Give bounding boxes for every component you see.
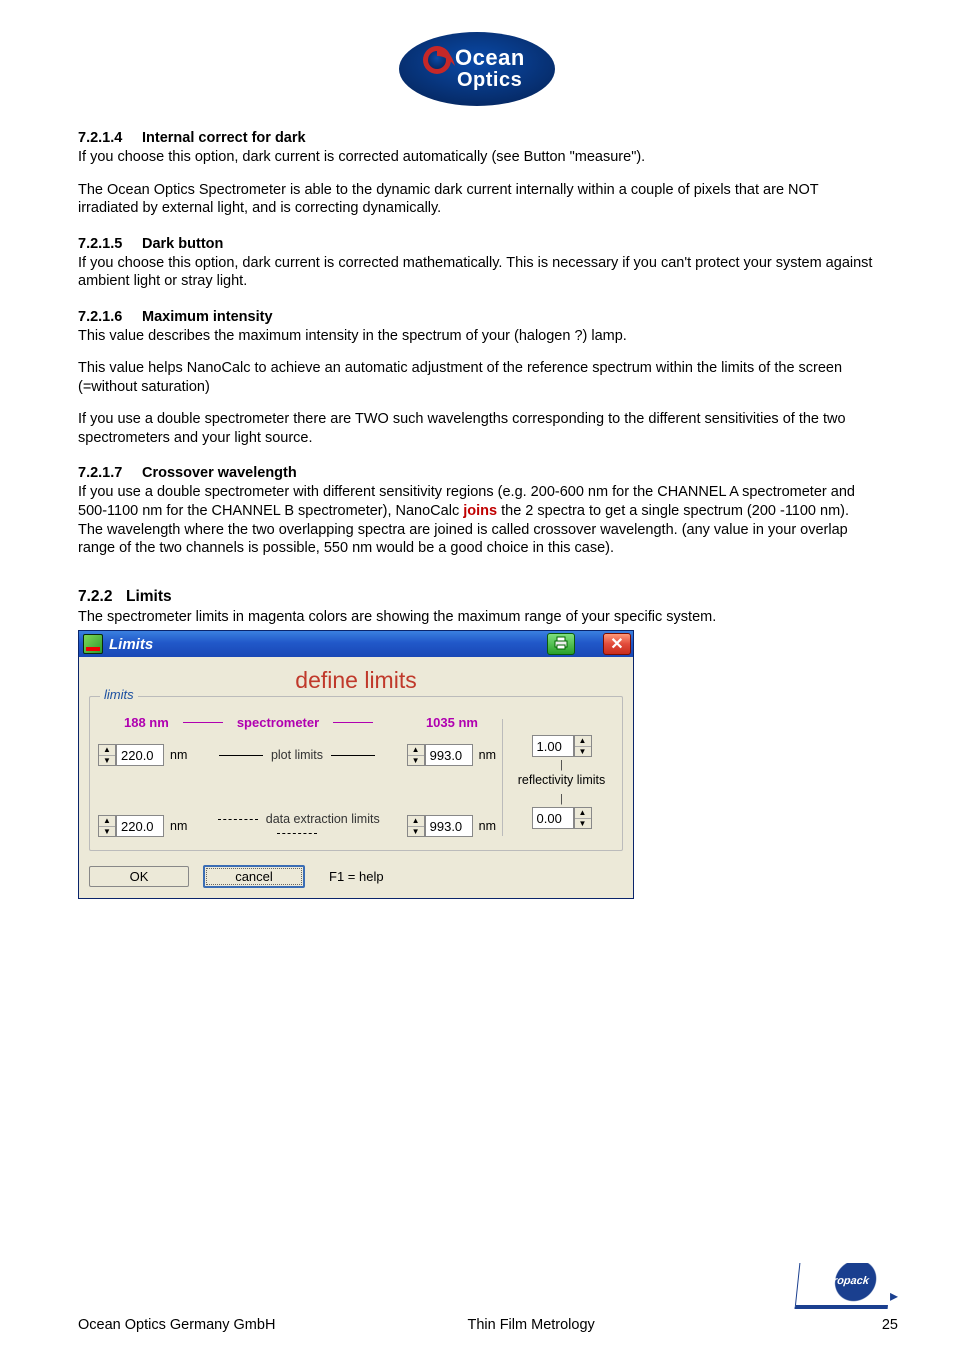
- reflectivity-upper-input[interactable]: [532, 735, 574, 757]
- para-7-2-1-4-1: If you choose this option, dark current …: [78, 148, 876, 167]
- unit-nm: nm: [170, 819, 187, 833]
- dashed-line-icon: [277, 833, 317, 834]
- down-arrow-icon[interactable]: ▼: [99, 827, 115, 837]
- data-max-input[interactable]: [425, 815, 473, 837]
- vertical-separator: [502, 719, 503, 836]
- spectrometer-label: spectrometer: [237, 715, 319, 730]
- cancel-button[interactable]: cancel: [203, 865, 305, 888]
- plot-limits-row: ▲▼ nm plot limits ▲▼ nm: [98, 744, 496, 766]
- close-icon: ✕: [610, 634, 623, 654]
- reflectivity-lower-spinner[interactable]: ▲▼: [532, 807, 592, 829]
- plot-max-spinner[interactable]: ▲▼: [407, 744, 473, 766]
- para-limits-intro: The spectrometer limits in magenta color…: [78, 608, 876, 627]
- footer-center: Thin Film Metrology: [407, 1317, 796, 1333]
- para-7-2-1-4-2: The Ocean Optics Spectrometer is able to…: [78, 181, 876, 218]
- up-arrow-icon[interactable]: ▲: [99, 816, 115, 827]
- dialog-heading: define limits: [89, 667, 623, 694]
- logo-top-text: Ocean: [455, 45, 525, 70]
- down-arrow-icon[interactable]: ▼: [99, 756, 115, 766]
- up-arrow-icon[interactable]: ▲: [99, 745, 115, 756]
- logo-bottom-text: Optics: [457, 69, 522, 91]
- ocean-optics-logo: Ocean Optics: [78, 30, 876, 108]
- dialog-title: Limits: [109, 636, 153, 653]
- para-7-2-1-6-1: This value describes the maximum intensi…: [78, 327, 876, 346]
- down-arrow-icon[interactable]: ▼: [575, 819, 591, 829]
- unit-nm: nm: [479, 748, 496, 762]
- tick-mark: |: [509, 793, 614, 805]
- data-limits-row: ▲▼ nm data extraction limits ▲▼: [98, 812, 496, 840]
- spec-max-label: 1035 nm: [426, 715, 478, 730]
- data-min-spinner[interactable]: ▲▼: [98, 815, 164, 837]
- spec-min-label: 188 nm: [124, 715, 169, 730]
- heading-7-2-1-4: 7.2.1.4Internal correct for dark: [78, 130, 876, 146]
- down-arrow-icon[interactable]: ▼: [408, 827, 424, 837]
- page-number: 25: [797, 1317, 898, 1333]
- spectrometer-range-row: 188 nm spectrometer 1035 nm: [98, 715, 496, 730]
- dash-icon: [333, 722, 373, 723]
- unit-nm: nm: [479, 819, 496, 833]
- up-arrow-icon[interactable]: ▲: [408, 745, 424, 756]
- unit-nm: nm: [170, 748, 187, 762]
- up-arrow-icon[interactable]: ▲: [408, 816, 424, 827]
- arrow-icon: ▸: [890, 1288, 898, 1305]
- tick-mark: |: [509, 759, 614, 771]
- print-button[interactable]: [547, 633, 575, 655]
- up-arrow-icon[interactable]: ▲: [575, 736, 591, 747]
- plot-limits-label: plot limits: [193, 748, 400, 762]
- heading-7-2-1-7: 7.2.1.7Crossover wavelength: [78, 465, 876, 481]
- data-limits-label: data extraction limits: [193, 812, 400, 840]
- para-7-2-1-7-1: If you use a double spectrometer with di…: [78, 483, 876, 557]
- plot-min-spinner[interactable]: ▲▼: [98, 744, 164, 766]
- ok-button[interactable]: OK: [89, 866, 189, 887]
- heading-7-2-1-5: 7.2.1.5Dark button: [78, 236, 876, 252]
- limits-groupbox: limits 188 nm spectrometer 1035 nm: [89, 696, 623, 851]
- groupbox-legend: limits: [100, 687, 138, 702]
- reflectivity-lower-input[interactable]: [532, 807, 574, 829]
- limits-dialog: Limits ✕ define limits limits 188 nm: [78, 630, 634, 899]
- mikropack-logo: Mikropack: [795, 1263, 893, 1309]
- dialog-titlebar[interactable]: Limits ✕: [79, 631, 633, 657]
- help-hint: F1 = help: [329, 869, 384, 884]
- close-button[interactable]: ✕: [603, 633, 631, 655]
- joins-emphasis: joins: [463, 503, 497, 519]
- down-arrow-icon[interactable]: ▼: [575, 747, 591, 757]
- footer-company: Ocean Optics Germany GmbH: [78, 1317, 407, 1333]
- heading-7-2-2: 7.2.2Limits: [78, 588, 876, 606]
- para-7-2-1-6-2: This value helps NanoCalc to achieve an …: [78, 359, 876, 396]
- data-min-input[interactable]: [116, 815, 164, 837]
- plot-max-input[interactable]: [425, 744, 473, 766]
- app-icon: [83, 634, 103, 654]
- heading-7-2-1-6: 7.2.1.6Maximum intensity: [78, 309, 876, 325]
- down-arrow-icon[interactable]: ▼: [408, 756, 424, 766]
- plot-min-input[interactable]: [116, 744, 164, 766]
- data-max-spinner[interactable]: ▲▼: [407, 815, 473, 837]
- reflectivity-upper-spinner[interactable]: ▲▼: [532, 735, 592, 757]
- up-arrow-icon[interactable]: ▲: [575, 808, 591, 819]
- dashed-line-icon: [218, 819, 258, 820]
- reflectivity-limits-label: reflectivity limits: [509, 773, 614, 787]
- printer-icon: [553, 635, 569, 654]
- para-7-2-1-6-3: If you use a double spectrometer there a…: [78, 410, 876, 447]
- line-icon: [219, 755, 263, 756]
- dash-icon: [183, 722, 223, 723]
- line-icon: [331, 755, 375, 756]
- para-7-2-1-5-1: If you choose this option, dark current …: [78, 254, 876, 291]
